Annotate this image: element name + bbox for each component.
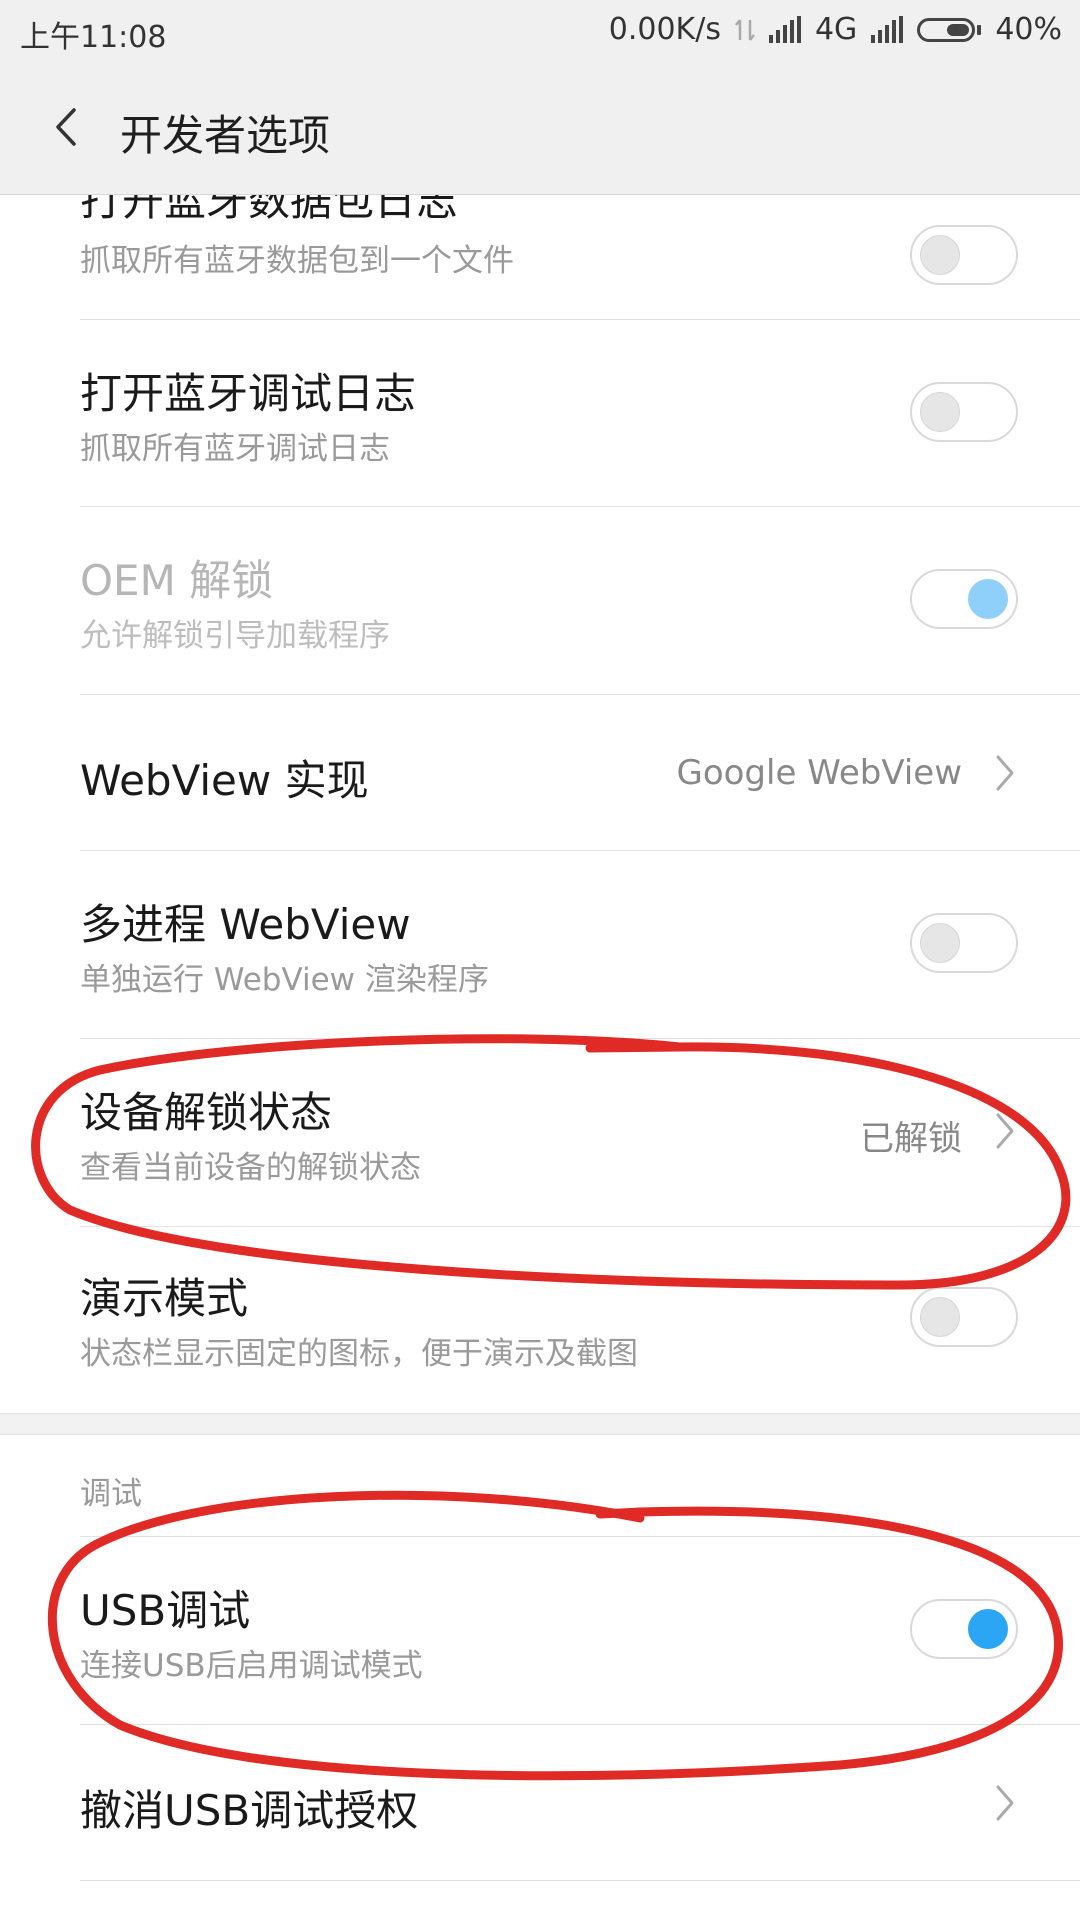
toggle-knob: [920, 923, 960, 963]
toggle-knob: [920, 1297, 960, 1337]
list-item-usb-debugging[interactable]: USB调试 连接USB后启用调试模式: [0, 1537, 1080, 1724]
item-title: 打开蓝牙数据包日志: [80, 195, 459, 225]
data-transfer-icon: [734, 18, 755, 41]
list-item-webview-implementation[interactable]: WebView 实现 Google WebView: [0, 695, 1080, 850]
signal-icon: [768, 15, 801, 43]
divider: [80, 1880, 1080, 1881]
toggle-usb-debugging[interactable]: [910, 1599, 1018, 1659]
item-title: 撤消USB调试授权: [80, 1786, 419, 1835]
list-item-revoke-usb-authorizations[interactable]: 撤消USB调试授权: [0, 1725, 1080, 1880]
list-item-device-unlock-status[interactable]: 设备解锁状态 查看当前设备的解锁状态 已解锁: [0, 1039, 1080, 1226]
toggle-oem-unlock: [910, 569, 1018, 629]
network-speed: 0.00K/s: [608, 12, 721, 47]
item-title: OEM 解锁: [80, 556, 274, 605]
toggle-demo-mode[interactable]: [910, 1287, 1018, 1347]
item-subtitle: 单独运行 WebView 渲染程序: [80, 962, 489, 998]
section-header-debug: 调试: [80, 1476, 142, 1512]
list-item-demo-mode[interactable]: 演示模式 状态栏显示固定的图标，便于演示及截图: [0, 1227, 1080, 1413]
back-arrow-icon[interactable]: [42, 102, 92, 152]
toggle-knob: [968, 1609, 1008, 1649]
network-type: 4G: [814, 12, 858, 47]
list-item-bluetooth-packet-log[interactable]: 打开蓝牙数据包日志 抓取所有蓝牙数据包到一个文件: [0, 195, 1080, 315]
toggle-knob: [968, 579, 1008, 619]
status-time: 上午11:08: [20, 20, 167, 55]
item-subtitle: 抓取所有蓝牙调试日志: [80, 431, 390, 467]
item-title: 演示模式: [80, 1274, 249, 1323]
item-title: 打开蓝牙调试日志: [80, 369, 417, 418]
chevron-right-icon: [996, 1113, 1014, 1149]
list-item-bluetooth-debug-log[interactable]: 打开蓝牙调试日志 抓取所有蓝牙调试日志: [0, 320, 1080, 506]
item-value: Google WebView: [676, 753, 962, 793]
list-item-multiprocess-webview[interactable]: 多进程 WebView 单独运行 WebView 渲染程序: [0, 851, 1080, 1038]
settings-list: 打开蓝牙数据包日志 抓取所有蓝牙数据包到一个文件 打开蓝牙调试日志 抓取所有蓝牙…: [0, 195, 1080, 1920]
signal-icon-2: [871, 15, 904, 43]
toggle-bluetooth-debug-log[interactable]: [910, 382, 1018, 442]
item-subtitle: 抓取所有蓝牙数据包到一个文件: [80, 243, 514, 279]
item-value: 已解锁: [860, 1119, 962, 1159]
title-bar: 开发者选项: [0, 62, 1080, 195]
toggle-knob: [920, 392, 960, 432]
section-gap: [0, 1413, 1080, 1435]
battery-percent: 40%: [995, 12, 1062, 47]
status-bar: 上午11:08 0.00K/s 4G 40%: [0, 0, 1080, 62]
toggle-multiprocess-webview[interactable]: [910, 913, 1018, 973]
item-title: 设备解锁状态: [80, 1088, 333, 1137]
page-title: 开发者选项: [120, 111, 331, 160]
item-subtitle: 状态栏显示固定的图标，便于演示及截图: [80, 1336, 638, 1372]
battery-icon: [917, 17, 982, 42]
item-title: 多进程 WebView: [80, 900, 411, 949]
toggle-knob: [920, 235, 960, 275]
toggle-bluetooth-packet-log[interactable]: [910, 225, 1018, 285]
status-icons: 0.00K/s 4G 40%: [609, 12, 1062, 47]
item-title: WebView 实现: [80, 756, 369, 805]
chevron-right-icon: [996, 755, 1014, 791]
list-item-oem-unlock: OEM 解锁 允许解锁引导加载程序: [0, 507, 1080, 694]
chevron-right-icon: [996, 1785, 1014, 1821]
item-subtitle: 查看当前设备的解锁状态: [80, 1150, 421, 1186]
item-subtitle: 允许解锁引导加载程序: [80, 618, 390, 654]
item-title: USB调试: [80, 1586, 251, 1635]
item-subtitle: 连接USB后启用调试模式: [80, 1648, 423, 1684]
